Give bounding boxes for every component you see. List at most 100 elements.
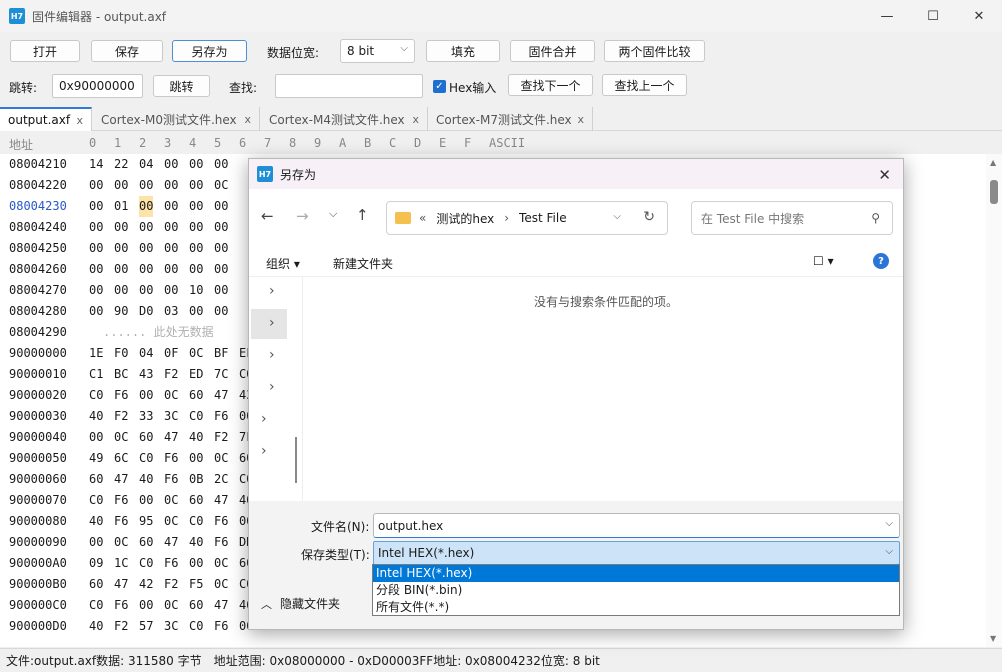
hex-byte[interactable]: F6 bbox=[114, 490, 128, 511]
hex-byte[interactable]: D0 bbox=[139, 301, 153, 322]
hex-byte[interactable]: 47 bbox=[114, 469, 128, 490]
hex-byte[interactable]: 09 bbox=[89, 553, 103, 574]
hex-byte[interactable]: F6 bbox=[164, 448, 178, 469]
hex-byte[interactable]: 10 bbox=[189, 280, 203, 301]
tab-cortex-m7[interactable]: Cortex-M7测试文件.hex x bbox=[428, 107, 593, 131]
hex-byte[interactable]: 60 bbox=[189, 490, 203, 511]
jump-address-input[interactable]: 0x90000000 bbox=[52, 74, 143, 98]
dialog-search-input[interactable]: 在 Test File 中搜索 ⚲ bbox=[691, 201, 893, 235]
hex-byte[interactable]: 00 bbox=[139, 175, 153, 196]
hex-byte[interactable]: C0 bbox=[139, 448, 153, 469]
hex-byte[interactable]: 00 bbox=[114, 238, 128, 259]
chevron-right-icon[interactable]: › bbox=[269, 347, 275, 363]
hex-byte[interactable]: 00 bbox=[164, 259, 178, 280]
hex-byte[interactable]: 00 bbox=[89, 427, 103, 448]
hex-byte[interactable]: 00 bbox=[164, 196, 178, 217]
hex-byte[interactable]: C1 bbox=[89, 364, 103, 385]
hex-input-checkbox[interactable]: ✓ bbox=[433, 80, 446, 93]
hex-byte[interactable]: 00 bbox=[189, 175, 203, 196]
hex-byte[interactable]: F6 bbox=[114, 511, 128, 532]
filetype-option[interactable]: 分段 BIN(*.bin) bbox=[373, 582, 899, 599]
hex-byte[interactable]: 00 bbox=[89, 259, 103, 280]
hex-byte[interactable]: 00 bbox=[189, 217, 203, 238]
hex-byte[interactable]: 60 bbox=[189, 595, 203, 616]
filetype-option[interactable]: Intel HEX(*.hex) bbox=[373, 565, 899, 582]
chevron-right-icon[interactable]: › bbox=[269, 379, 275, 395]
hex-byte[interactable]: 00 bbox=[139, 385, 153, 406]
hex-byte[interactable]: 0C bbox=[164, 511, 178, 532]
hex-byte[interactable]: 00 bbox=[214, 301, 228, 322]
hex-byte[interactable]: 47 bbox=[114, 574, 128, 595]
maximize-button[interactable]: ☐ bbox=[910, 0, 956, 32]
hex-byte[interactable]: 40 bbox=[139, 469, 153, 490]
hex-byte[interactable]: 00 bbox=[214, 154, 228, 175]
hex-byte[interactable]: 00 bbox=[164, 154, 178, 175]
hex-byte[interactable]: F0 bbox=[114, 343, 128, 364]
hex-byte[interactable]: 47 bbox=[164, 532, 178, 553]
hex-byte[interactable]: F6 bbox=[164, 553, 178, 574]
hex-byte[interactable]: C0 bbox=[89, 385, 103, 406]
hex-byte[interactable]: C0 bbox=[189, 616, 203, 637]
hex-byte[interactable]: 01 bbox=[114, 196, 128, 217]
hex-byte[interactable]: 0C bbox=[164, 385, 178, 406]
hex-byte[interactable]: F6 bbox=[114, 385, 128, 406]
hex-byte[interactable]: 0B bbox=[189, 469, 203, 490]
recent-chevron-icon[interactable]: ⌵ bbox=[329, 207, 337, 221]
hex-byte[interactable]: 00 bbox=[189, 196, 203, 217]
hex-byte[interactable]: 95 bbox=[139, 511, 153, 532]
hex-byte[interactable]: 00 bbox=[164, 238, 178, 259]
up-arrow-icon[interactable]: ↑ bbox=[356, 206, 369, 224]
hex-byte[interactable]: 40 bbox=[89, 511, 103, 532]
chevron-right-icon[interactable]: › bbox=[269, 283, 275, 299]
jump-button[interactable]: 跳转 bbox=[153, 75, 210, 97]
hex-byte[interactable]: 00 bbox=[89, 217, 103, 238]
hex-scrollbar[interactable]: ▲ ▼ bbox=[986, 154, 1002, 647]
view-options-icon[interactable]: ☐ ▾ bbox=[813, 254, 834, 268]
hex-byte[interactable]: 00 bbox=[114, 175, 128, 196]
hex-byte[interactable]: F6 bbox=[214, 532, 228, 553]
tab-cortex-m4[interactable]: Cortex-M4测试文件.hex x bbox=[261, 107, 428, 131]
hex-byte[interactable]: 60 bbox=[189, 385, 203, 406]
fill-button[interactable]: 填充 bbox=[426, 40, 500, 62]
hex-byte[interactable]: 40 bbox=[89, 406, 103, 427]
save-button[interactable]: 保存 bbox=[91, 40, 163, 62]
filename-input[interactable]: output.hex ⌵ bbox=[373, 513, 900, 538]
hex-byte[interactable]: 00 bbox=[214, 280, 228, 301]
hex-byte[interactable]: F2 bbox=[214, 427, 228, 448]
hex-byte[interactable]: 04 bbox=[139, 343, 153, 364]
hex-byte[interactable]: 42 bbox=[139, 574, 153, 595]
save-as-button[interactable]: 另存为 bbox=[172, 40, 247, 62]
hex-byte[interactable]: F6 bbox=[214, 616, 228, 637]
hex-byte[interactable]: 6C bbox=[114, 448, 128, 469]
hex-byte[interactable]: 00 bbox=[89, 196, 103, 217]
hex-byte[interactable]: 00 bbox=[139, 217, 153, 238]
hex-byte[interactable]: 00 bbox=[189, 154, 203, 175]
close-icon[interactable]: x bbox=[76, 114, 83, 127]
hex-byte[interactable]: 00 bbox=[114, 259, 128, 280]
close-icon[interactable]: x bbox=[412, 113, 419, 126]
close-icon[interactable]: x bbox=[244, 113, 251, 126]
address-bar[interactable]: « 测试的hex › Test File ⌵ ↻ bbox=[386, 201, 668, 235]
breadcrumb-item[interactable]: Test File bbox=[519, 211, 567, 225]
hex-byte[interactable]: 47 bbox=[214, 595, 228, 616]
hex-byte[interactable]: 00 bbox=[139, 196, 154, 217]
hex-byte[interactable]: 3C bbox=[164, 406, 178, 427]
hex-byte[interactable]: 00 bbox=[139, 280, 153, 301]
find-next-button[interactable]: 查找下一个 bbox=[508, 74, 593, 96]
hex-byte[interactable]: 00 bbox=[114, 280, 128, 301]
hex-byte[interactable]: BC bbox=[114, 364, 128, 385]
hex-byte[interactable]: 33 bbox=[139, 406, 153, 427]
hex-byte[interactable]: 40 bbox=[189, 427, 203, 448]
hex-byte[interactable]: 00 bbox=[164, 217, 178, 238]
filetype-option[interactable]: 所有文件(*.*) bbox=[373, 599, 899, 616]
filetype-select[interactable]: Intel HEX(*.hex) ⌵ bbox=[373, 541, 900, 565]
hex-byte[interactable]: 49 bbox=[89, 448, 103, 469]
organize-menu[interactable]: 组织 ▾ bbox=[266, 255, 300, 272]
tab-output-axf[interactable]: output.axf x bbox=[0, 107, 92, 131]
chevron-down-icon[interactable]: ⌵ bbox=[885, 546, 893, 557]
hex-byte[interactable]: 7C bbox=[214, 364, 228, 385]
hex-byte[interactable]: 60 bbox=[89, 574, 103, 595]
hex-byte[interactable]: 00 bbox=[89, 532, 103, 553]
hex-byte[interactable]: 00 bbox=[214, 259, 228, 280]
hex-byte[interactable]: 3C bbox=[164, 616, 178, 637]
